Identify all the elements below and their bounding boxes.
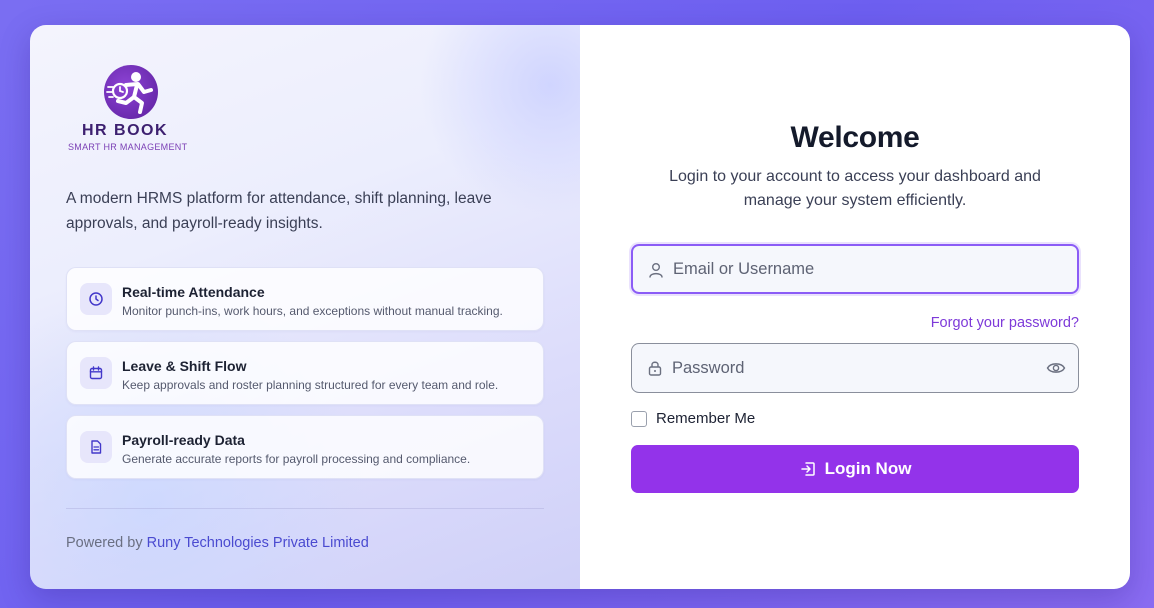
clock-icon: [80, 283, 112, 315]
remember-me-checkbox[interactable]: [631, 410, 647, 427]
username-input[interactable]: [673, 246, 1033, 292]
page-title: Welcome: [790, 121, 920, 154]
remember-me[interactable]: Remember Me: [631, 410, 755, 427]
feature-card: Leave & Shift Flow Keep approvals and ro…: [66, 341, 544, 405]
feature-list: Real-time Attendance Monitor punch-ins, …: [66, 267, 544, 489]
remember-me-label: Remember Me: [656, 410, 756, 427]
user-icon: [647, 261, 665, 284]
feature-title: Real-time Attendance: [122, 284, 265, 300]
feature-card: Real-time Attendance Monitor punch-ins, …: [66, 267, 544, 331]
powered-by: Powered by Runy Technologies Private Lim…: [66, 535, 369, 551]
feature-card: Payroll-ready Data Generate accurate rep…: [66, 415, 544, 479]
feature-description: Generate accurate reports for payroll pr…: [122, 452, 471, 466]
runner-with-clock-logo: [104, 65, 158, 119]
lock-icon: [646, 359, 664, 382]
username-field[interactable]: [631, 244, 1079, 294]
feature-title: Leave & Shift Flow: [122, 358, 247, 374]
login-panel: Welcome Login to your account to access …: [580, 25, 1130, 589]
password-field[interactable]: [631, 343, 1079, 393]
brand-panel: HR BOOK SMART HR MANAGEMENT A modern HRM…: [30, 25, 580, 589]
brand-tagline: SMART HR MANAGEMENT: [68, 142, 188, 152]
brand-logo: HR BOOK SMART HR MANAGEMENT: [66, 63, 196, 155]
forgot-password-link[interactable]: Forgot your password?: [931, 315, 1079, 331]
brand-name: HR BOOK: [82, 122, 169, 139]
login-card: HR BOOK SMART HR MANAGEMENT A modern HRM…: [30, 25, 1130, 589]
calendar-icon: [80, 357, 112, 389]
page-subtitle: Login to your account to access your das…: [669, 168, 1041, 209]
login-button-label: Login Now: [824, 459, 912, 478]
divider: [66, 508, 544, 509]
password-input[interactable]: [672, 344, 1032, 392]
document-icon: [80, 431, 112, 463]
feature-title: Payroll-ready Data: [122, 432, 245, 448]
login-icon: [799, 460, 817, 478]
eye-icon[interactable]: [1046, 359, 1066, 382]
powered-prefix: Powered by: [66, 535, 143, 551]
login-button[interactable]: Login Now: [631, 445, 1079, 493]
feature-description: Monitor punch-ins, work hours, and excep…: [122, 304, 503, 318]
company-link[interactable]: Runy Technologies Private Limited: [147, 535, 369, 551]
intro-text: A modern HRMS platform for attendance, s…: [66, 190, 492, 232]
feature-description: Keep approvals and roster planning struc…: [122, 378, 499, 392]
